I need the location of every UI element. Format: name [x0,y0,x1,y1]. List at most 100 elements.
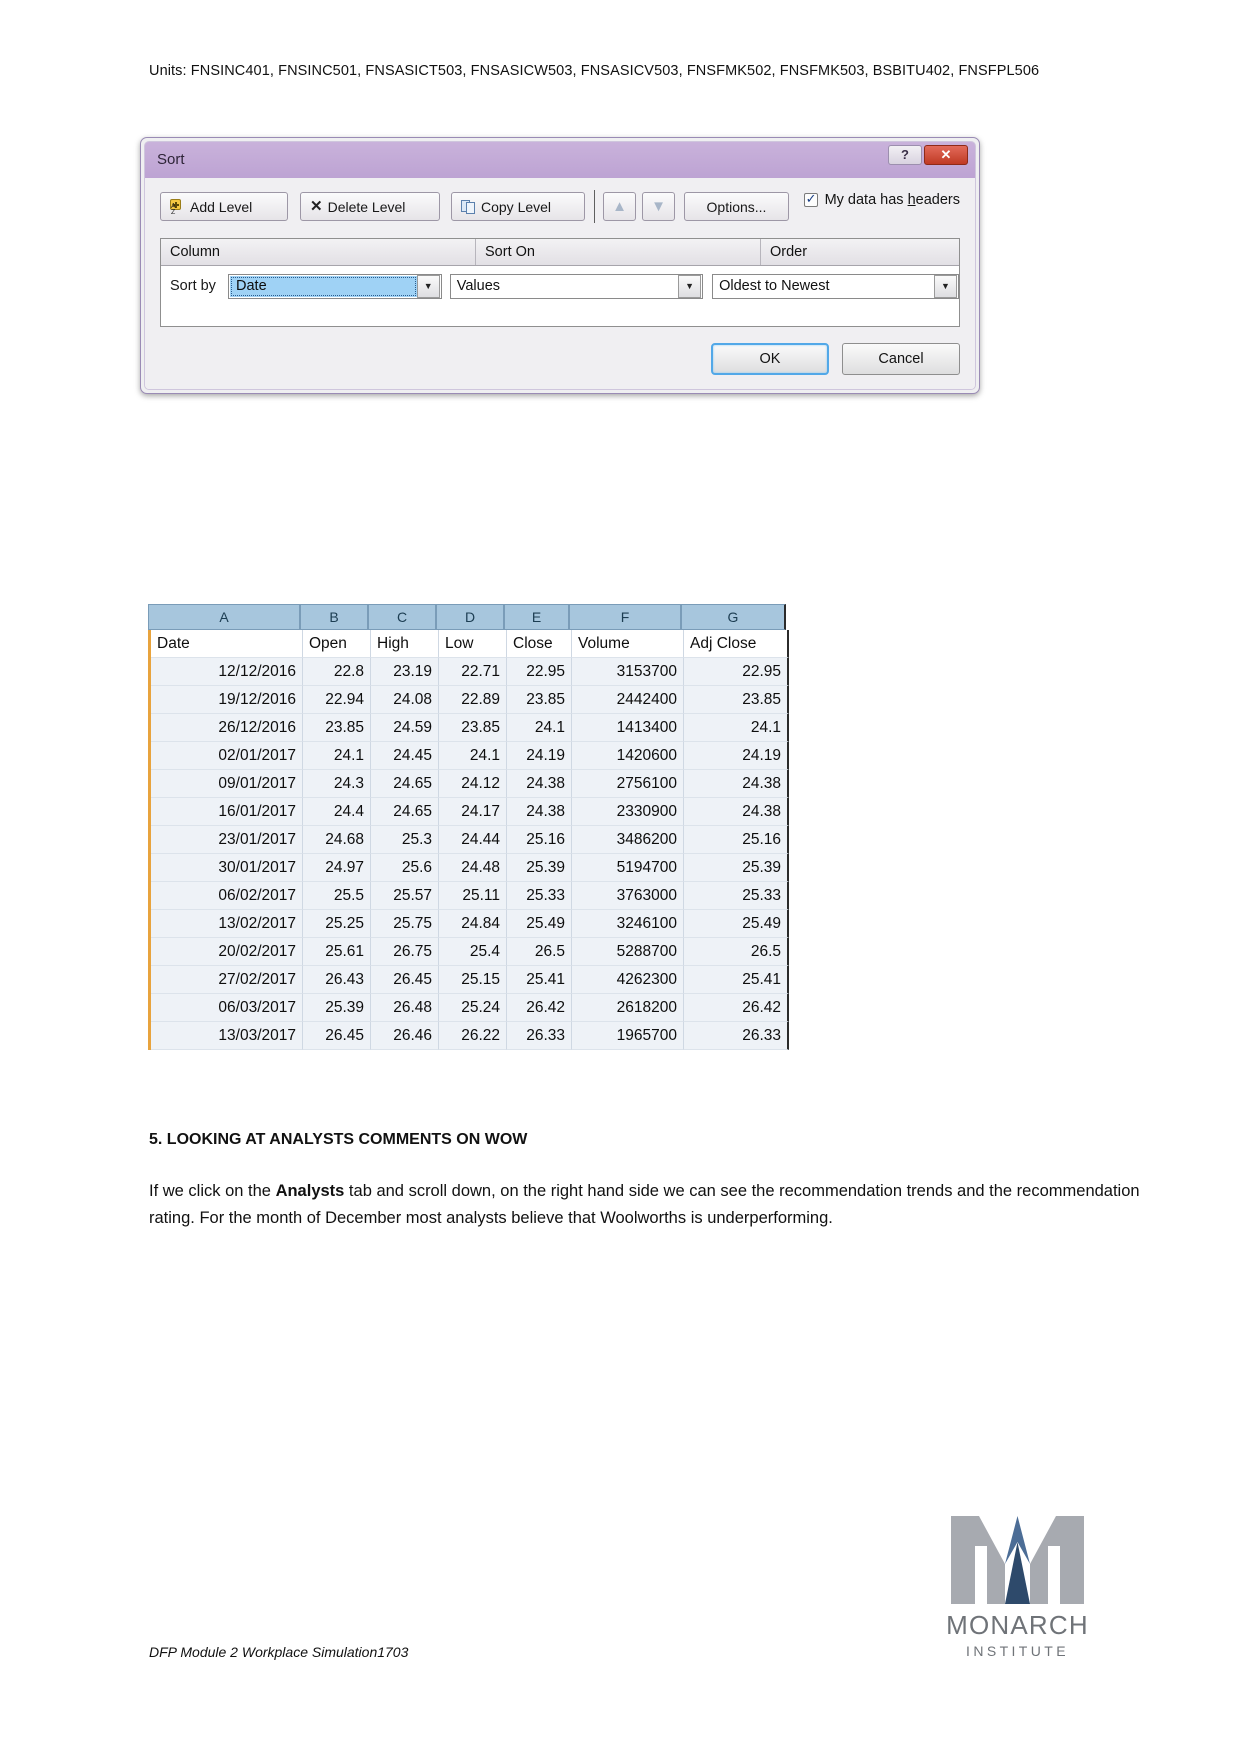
table-cell[interactable]: 24.84 [439,910,507,938]
table-cell[interactable]: 23/01/2017 [151,826,303,854]
table-header-cell[interactable]: Adj Close [684,630,789,658]
table-cell[interactable]: 5194700 [572,854,684,882]
column-letter-a[interactable]: A [148,604,300,630]
table-cell[interactable]: 25.5 [303,882,371,910]
ok-button[interactable]: OK [711,343,829,375]
table-header-cell[interactable]: High [371,630,439,658]
table-header-cell[interactable]: Low [439,630,507,658]
table-cell[interactable]: 23.85 [439,714,507,742]
table-cell[interactable]: 4262300 [572,966,684,994]
table-cell[interactable]: 22.95 [507,658,572,686]
table-cell[interactable]: 2330900 [572,798,684,826]
table-cell[interactable]: 1965700 [572,1022,684,1050]
table-cell[interactable]: 26.42 [684,994,789,1022]
table-cell[interactable]: 13/02/2017 [151,910,303,938]
table-cell[interactable]: 2618200 [572,994,684,1022]
cancel-button[interactable]: Cancel [842,343,960,375]
table-cell[interactable]: 25.15 [439,966,507,994]
table-cell[interactable]: 24.1 [303,742,371,770]
table-cell[interactable]: 22.95 [684,658,789,686]
table-cell[interactable]: 24.38 [684,798,789,826]
table-cell[interactable]: 25.39 [507,854,572,882]
table-cell[interactable]: 24.44 [439,826,507,854]
table-cell[interactable]: 26.48 [371,994,439,1022]
delete-level-button[interactable]: ✕ Delete Level [300,192,440,221]
table-cell[interactable]: 5288700 [572,938,684,966]
table-cell[interactable]: 24.08 [371,686,439,714]
table-cell[interactable]: 25.3 [371,826,439,854]
table-cell[interactable]: 25.6 [371,854,439,882]
table-cell[interactable]: 25.49 [507,910,572,938]
table-cell[interactable]: 06/02/2017 [151,882,303,910]
table-cell[interactable]: 13/03/2017 [151,1022,303,1050]
sort-order-select[interactable]: Oldest to Newest ▼ [712,273,959,299]
table-cell[interactable]: 2442400 [572,686,684,714]
chevron-down-icon[interactable]: ▼ [678,274,702,298]
table-cell[interactable]: 25.41 [684,966,789,994]
table-cell[interactable]: 26.45 [303,1022,371,1050]
help-icon[interactable]: ? [888,145,922,165]
table-cell[interactable]: 3153700 [572,658,684,686]
table-cell[interactable]: 24.48 [439,854,507,882]
table-cell[interactable]: 24.38 [684,770,789,798]
table-cell[interactable]: 24.38 [507,770,572,798]
table-cell[interactable]: 30/01/2017 [151,854,303,882]
table-cell[interactable]: 24.19 [507,742,572,770]
table-cell[interactable]: 22.8 [303,658,371,686]
table-cell[interactable]: 26.46 [371,1022,439,1050]
table-cell[interactable]: 1413400 [572,714,684,742]
table-cell[interactable]: 22.94 [303,686,371,714]
table-cell[interactable]: 3246100 [572,910,684,938]
table-cell[interactable]: 23.85 [507,686,572,714]
table-cell[interactable]: 16/01/2017 [151,798,303,826]
table-cell[interactable]: 26.45 [371,966,439,994]
table-cell[interactable]: 25.11 [439,882,507,910]
table-cell[interactable]: 02/01/2017 [151,742,303,770]
checkbox-icon[interactable] [803,191,818,207]
table-cell[interactable]: 20/02/2017 [151,938,303,966]
table-cell[interactable]: 25.61 [303,938,371,966]
table-cell[interactable]: 24.38 [507,798,572,826]
table-cell[interactable]: 24.4 [303,798,371,826]
table-cell[interactable]: 25.75 [371,910,439,938]
table-cell[interactable]: 26.33 [684,1022,789,1050]
table-cell[interactable]: 24.12 [439,770,507,798]
table-cell[interactable]: 24.3 [303,770,371,798]
table-cell[interactable]: 24.17 [439,798,507,826]
table-cell[interactable]: 24.68 [303,826,371,854]
options-button[interactable]: Options... [684,192,789,221]
table-cell[interactable]: 25.41 [507,966,572,994]
chevron-down-icon[interactable]: ▼ [934,274,957,298]
my-data-has-headers-checkbox[interactable]: My data has headers [803,191,960,208]
table-cell[interactable]: 24.65 [371,798,439,826]
table-cell[interactable]: 26.43 [303,966,371,994]
column-letter-c[interactable]: C [368,604,436,630]
table-cell[interactable]: 25.33 [507,882,572,910]
table-cell[interactable]: 3763000 [572,882,684,910]
table-cell[interactable]: 3486200 [572,826,684,854]
table-header-cell[interactable]: Volume [572,630,684,658]
column-letter-d[interactable]: D [436,604,504,630]
move-down-button[interactable]: ▼ [642,192,675,221]
table-cell[interactable]: 25.33 [684,882,789,910]
copy-level-button[interactable]: Copy Level [451,192,585,221]
table-cell[interactable]: 12/12/2016 [151,658,303,686]
close-icon[interactable]: ✕ [924,145,968,165]
table-cell[interactable]: 26.5 [684,938,789,966]
table-header-cell[interactable]: Date [151,630,303,658]
column-letter-f[interactable]: F [569,604,681,630]
table-cell[interactable]: 23.19 [371,658,439,686]
table-cell[interactable]: 25.57 [371,882,439,910]
table-cell[interactable]: 24.59 [371,714,439,742]
table-cell[interactable]: 26.75 [371,938,439,966]
table-cell[interactable]: 25.49 [684,910,789,938]
table-cell[interactable]: 23.85 [303,714,371,742]
table-cell[interactable]: 26.5 [507,938,572,966]
table-cell[interactable]: 06/03/2017 [151,994,303,1022]
table-cell[interactable]: 26.33 [507,1022,572,1050]
table-header-cell[interactable]: Close [507,630,572,658]
table-cell[interactable]: 24.1 [507,714,572,742]
table-cell[interactable]: 24.97 [303,854,371,882]
sort-on-select[interactable]: Values ▼ [449,273,704,299]
sort-column-select[interactable]: Date ▼ [228,273,442,299]
